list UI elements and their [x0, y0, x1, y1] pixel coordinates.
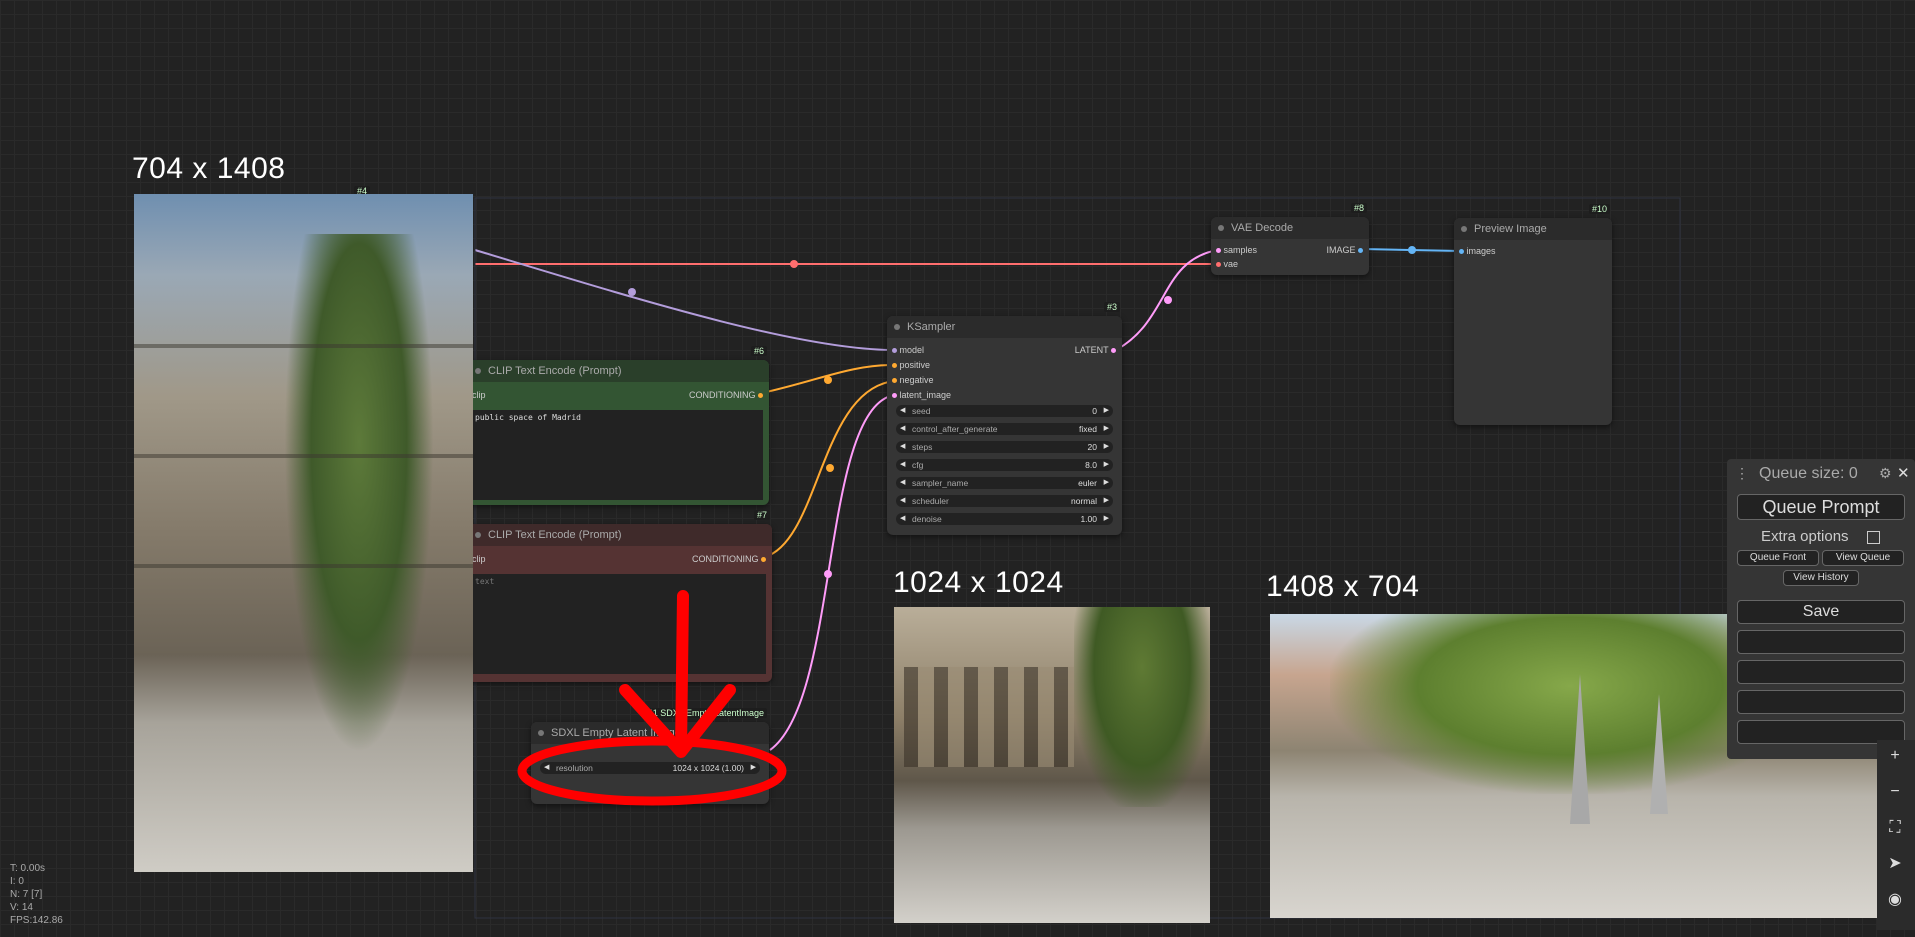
stat-fps: FPS:142.86: [10, 915, 63, 926]
view-history-button[interactable]: View History: [1783, 570, 1859, 586]
annotation-arrow-shaft: [675, 590, 689, 756]
fit-view-icon[interactable]: ⛶: [1881, 814, 1909, 842]
close-icon[interactable]: ✕: [1897, 464, 1910, 482]
queue-prompt-button[interactable]: Queue Prompt: [1737, 494, 1905, 520]
annotation-layer: [517, 590, 787, 806]
refresh-button[interactable]: [1737, 660, 1905, 684]
stat-n: N: 7 [7]: [10, 889, 43, 900]
extra-options-checkbox[interactable]: [1867, 531, 1880, 544]
drag-handle-icon[interactable]: ⋮: [1735, 465, 1749, 482]
select-tool-icon[interactable]: ➤: [1881, 850, 1909, 878]
canvas-controls: + − ⛶ ➤ ◉: [1877, 740, 1915, 930]
stat-v: V: 14: [10, 902, 33, 913]
load-button[interactable]: [1737, 630, 1905, 654]
settings-gear-icon[interactable]: ⚙: [1879, 465, 1892, 482]
queue-panel: ⋮ Queue size: 0 ⚙ ✕ Queue Prompt Extra o…: [1727, 459, 1915, 759]
toggle-visibility-icon[interactable]: ◉: [1881, 886, 1909, 914]
clipspace-button[interactable]: [1737, 690, 1905, 714]
save-button[interactable]: Save: [1737, 600, 1905, 624]
stat-time: T: 0.00s: [10, 863, 46, 874]
extra-options-label: Extra options: [1761, 528, 1849, 545]
queue-size-label: Queue size: 0: [1759, 465, 1858, 482]
stat-i: I: 0: [10, 876, 24, 887]
queue-front-button[interactable]: Queue Front: [1737, 550, 1819, 566]
view-queue-button[interactable]: View Queue: [1822, 550, 1904, 566]
annotation-circle: [517, 736, 787, 806]
zoom-in-icon[interactable]: +: [1881, 742, 1909, 770]
zoom-out-icon[interactable]: −: [1881, 778, 1909, 806]
